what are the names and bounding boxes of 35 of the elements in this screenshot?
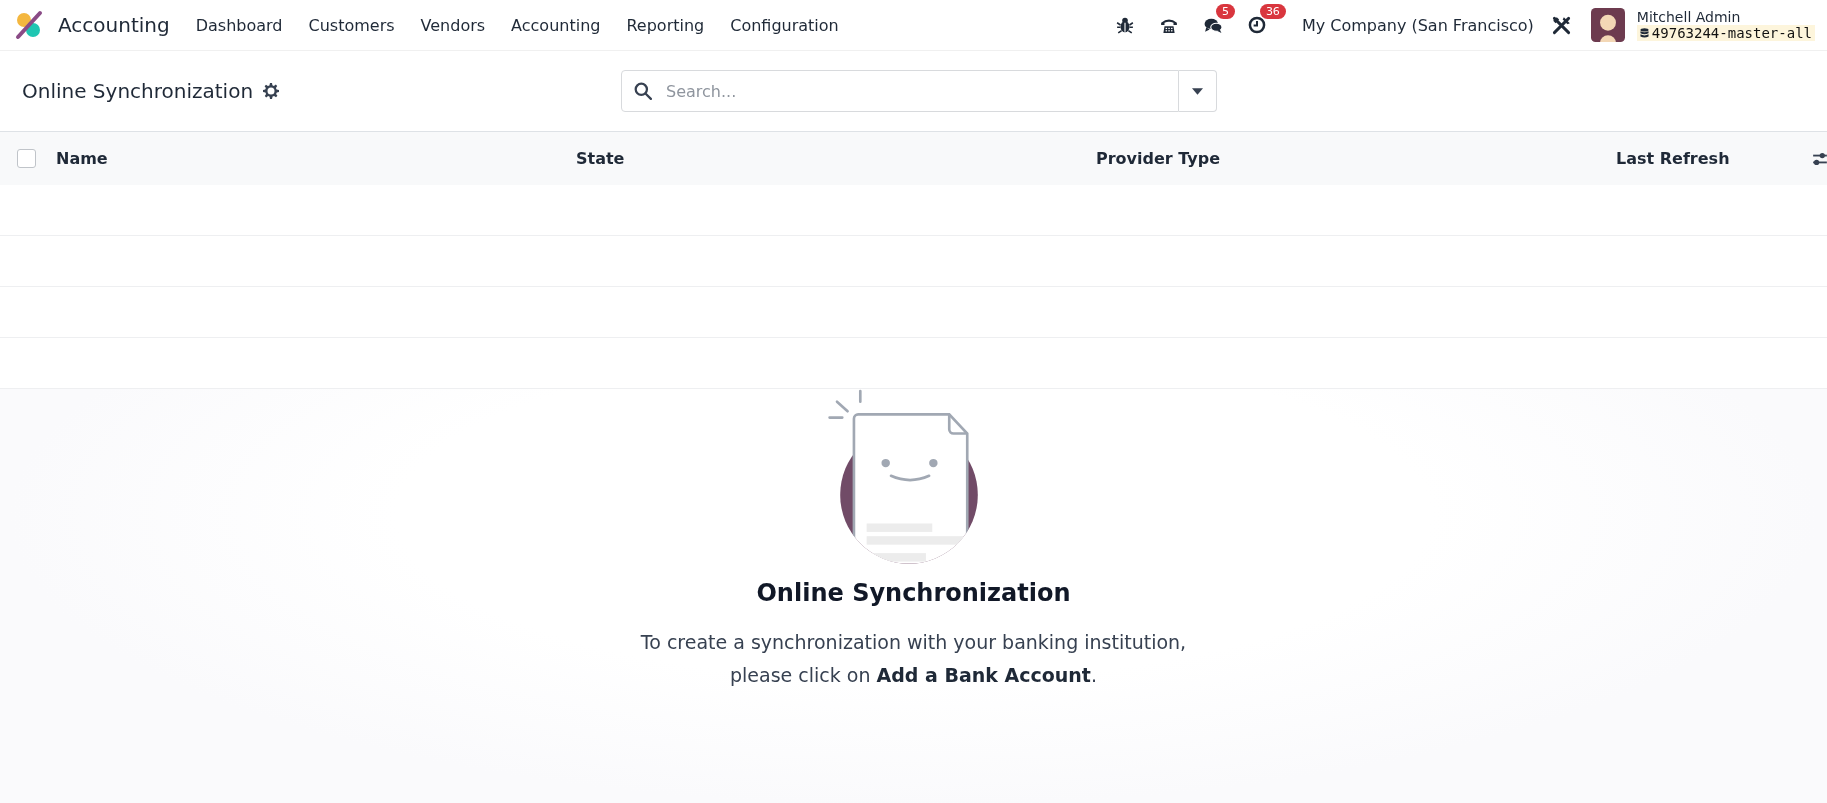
app-name[interactable]: Accounting (58, 13, 170, 37)
help-text: please click on Add a Bank Account. (729, 663, 1098, 688)
menu-item[interactable]: Customers (308, 15, 395, 35)
search-field[interactable]: Search... (621, 70, 1179, 112)
database-icon (1639, 27, 1649, 39)
menu-item[interactable]: Configuration (730, 15, 839, 35)
user-avatar[interactable] (1590, 8, 1625, 42)
column-header[interactable]: Provider Type (1096, 149, 1616, 168)
notification-count: 5 (1215, 4, 1235, 19)
breadcrumb-title: Online Synchronization (22, 79, 254, 103)
column-header[interactable]: State (576, 149, 1096, 168)
clock-icon[interactable] (1247, 16, 1266, 34)
database-name: 49763244-master-all (1636, 25, 1815, 41)
notification-count: 36 (1259, 4, 1286, 19)
chat-bubbles-icon[interactable] (1203, 16, 1222, 34)
tools-icon[interactable] (1551, 15, 1571, 35)
column-header[interactable]: Name (56, 149, 576, 168)
settings-icon[interactable] (263, 83, 280, 99)
menu-item[interactable]: Vendors (420, 15, 486, 35)
column-settings-icon[interactable] (1813, 150, 1827, 167)
search-options-toggle[interactable] (1179, 70, 1217, 112)
empty-state-title: Online Synchronization (756, 579, 1071, 607)
user-name: Mitchell Admin (1636, 9, 1742, 25)
bug-icon[interactable] (1115, 16, 1134, 34)
menu-item[interactable]: Dashboard (195, 15, 283, 35)
select-all-checkbox[interactable] (17, 149, 36, 168)
company-switcher[interactable]: My Company (San Francisco) (1301, 15, 1534, 35)
search-icon (634, 82, 652, 100)
column-header[interactable]: Last Refresh (1616, 149, 1736, 168)
caret-icon (1192, 87, 1203, 95)
help-text: To create a synchronization with your banking institution, (640, 630, 1187, 655)
menu-item[interactable]: Accounting (511, 15, 601, 35)
menu-item[interactable]: Reporting (626, 15, 705, 35)
app-logo-icon[interactable] (14, 10, 44, 40)
telephone-icon[interactable] (1159, 16, 1178, 34)
